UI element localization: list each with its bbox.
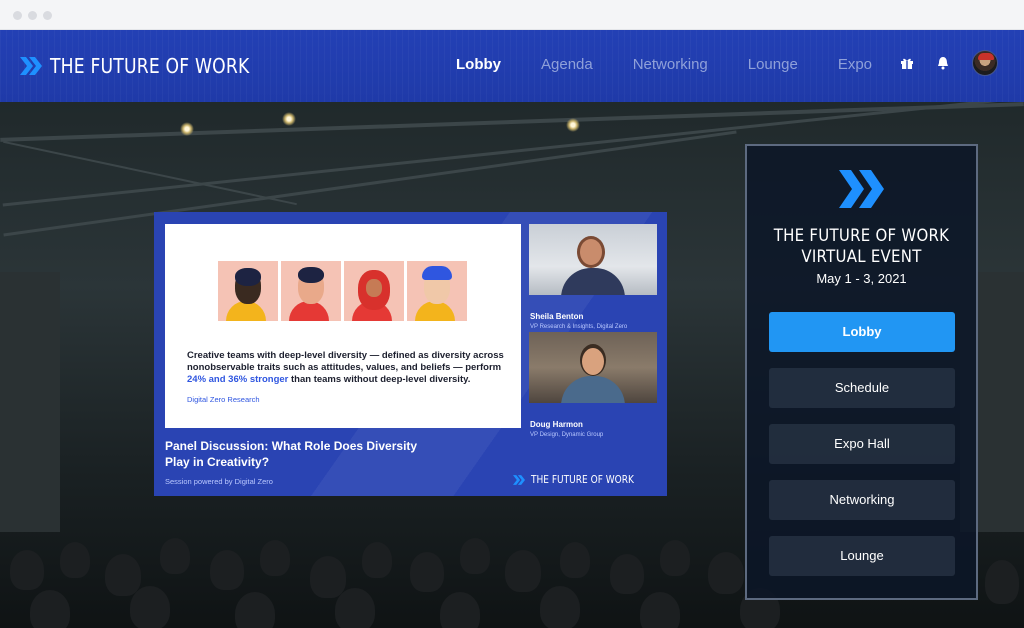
menu-schedule-button[interactable]: Schedule <box>769 368 955 408</box>
event-menu-panel: THE FUTURE OF WORK VIRTUAL EVENT May 1 -… <box>745 144 978 600</box>
brand-title: THE FUTURE OF WORK <box>50 54 250 78</box>
window-dot[interactable] <box>28 11 37 20</box>
top-navbar: THE FUTURE OF WORK Lobby Agenda Networki… <box>0 30 1024 102</box>
menu-networking-button[interactable]: Networking <box>769 480 955 520</box>
portrait-illustration <box>407 261 467 321</box>
diversity-illustration <box>218 261 470 321</box>
bell-icon[interactable] <box>936 56 950 70</box>
screen-brand: THE FUTURE OF WORK <box>512 473 657 486</box>
brand-logo[interactable]: THE FUTURE OF WORK <box>19 54 282 78</box>
session-title: Panel Discussion: What Role Does Diversi… <box>165 439 418 469</box>
portrait-illustration <box>218 261 278 321</box>
chevrons-icon <box>513 474 526 485</box>
presentation-screen: Creative teams with deep-level diversity… <box>154 212 667 496</box>
app-window: THE FUTURE OF WORK Lobby Agenda Networki… <box>0 0 1024 628</box>
speaker-name: Doug Harmon <box>530 420 583 429</box>
chevrons-logo-icon <box>839 170 884 208</box>
menu-lobby-button[interactable]: Lobby <box>769 312 955 352</box>
portrait-illustration <box>281 261 341 321</box>
slide-content: Creative teams with deep-level diversity… <box>165 224 521 428</box>
chevrons-icon <box>20 57 42 75</box>
window-dot[interactable] <box>13 11 22 20</box>
portrait-illustration <box>344 261 404 321</box>
nav-lounge[interactable]: Lounge <box>748 56 798 73</box>
gift-icon[interactable] <box>900 56 914 70</box>
browser-chrome <box>0 0 1024 30</box>
panel-title: THE FUTURE OF WORK <box>773 226 950 246</box>
menu-lounge-button[interactable]: Lounge <box>769 536 955 576</box>
menu-expo-hall-button[interactable]: Expo Hall <box>769 424 955 464</box>
slide-source: Digital Zero Research <box>187 395 260 404</box>
nav-agenda[interactable]: Agenda <box>541 56 593 73</box>
slide-highlight: 24% and 36% stronger <box>187 374 289 385</box>
event-date: May 1 - 3, 2021 <box>816 271 907 286</box>
speaker-video-2[interactable] <box>529 332 657 403</box>
session-sponsor: Session powered by Digital Zero <box>165 477 273 486</box>
main-nav: Lobby Agenda Networking Lounge Expo <box>456 56 912 73</box>
nav-lobby[interactable]: Lobby <box>456 56 501 73</box>
slide-quote: Creative teams with deep-level diversity… <box>187 350 504 385</box>
nav-expo[interactable]: Expo <box>838 56 872 73</box>
user-avatar[interactable] <box>972 50 998 76</box>
speaker-role: VP Research & Insights, Digital Zero <box>530 324 628 330</box>
speaker-name: Sheila Benton <box>530 312 584 321</box>
nav-networking[interactable]: Networking <box>633 56 708 73</box>
speaker-video-1[interactable] <box>529 224 657 295</box>
nav-icons <box>900 50 998 76</box>
window-dot[interactable] <box>43 11 52 20</box>
speaker-role: VP Design, Dynamic Group <box>530 432 604 438</box>
event-stage-background: Creative teams with deep-level diversity… <box>0 102 1024 628</box>
panel-subtitle: VIRTUAL EVENT <box>801 247 922 267</box>
